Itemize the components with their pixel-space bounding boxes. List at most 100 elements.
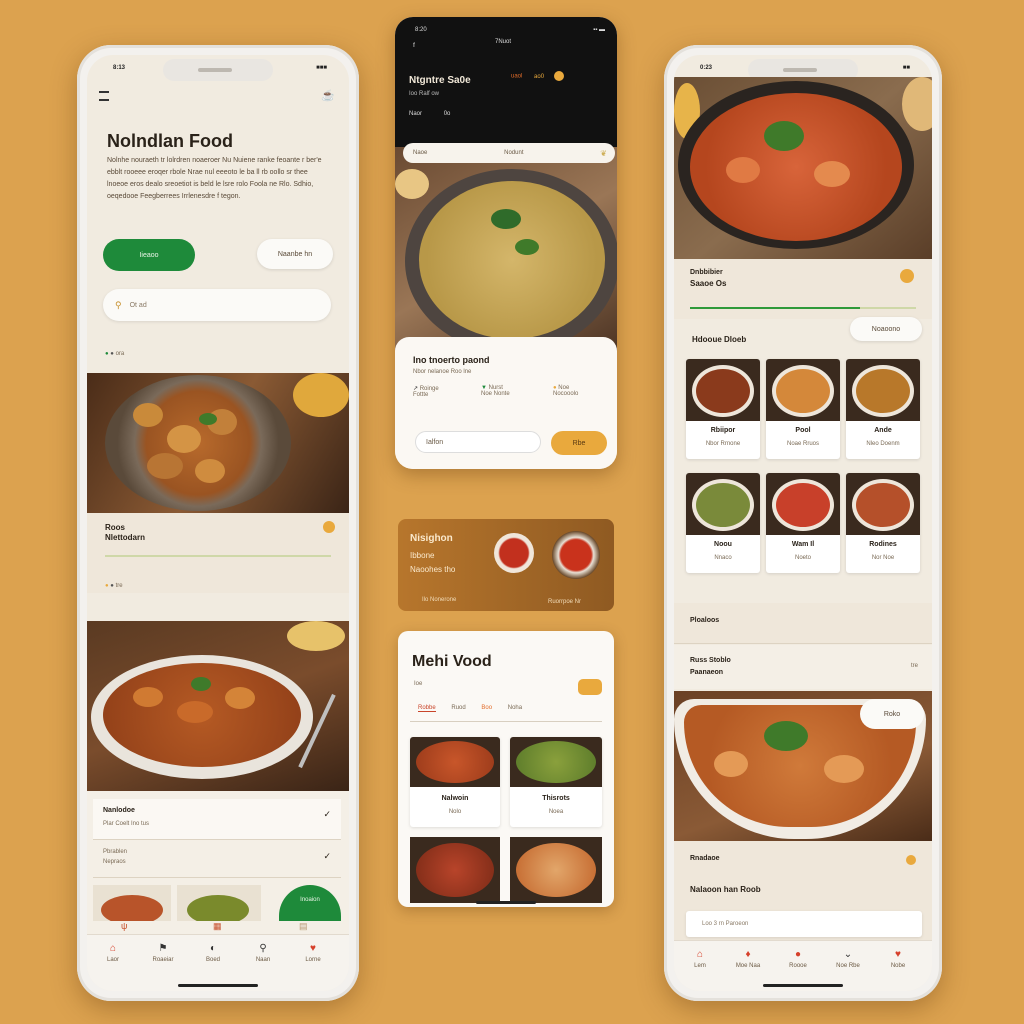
list-row[interactable]: Russ Stoblo Paanaeon tre [674,645,932,689]
nav-label: Lorne [305,957,321,963]
tab-item[interactable]: Noha [508,705,522,711]
chef-hat-icon[interactable]: ☕ [321,89,335,102]
dish-card[interactable]: Noou Nnaco [686,473,760,573]
list-item-sub: Plar Coelt Ino tus [103,821,150,827]
list-item[interactable]: Pbrablen Nepraos ✓ [93,843,341,878]
search-input[interactable]: Loo 3 rn Paroeon [686,911,922,937]
search-input[interactable]: ⚲ Ot ad [103,289,331,321]
nav-item-recipes[interactable]: ● Roooe [778,949,818,969]
heart-icon: ♥ [310,943,316,954]
nav-label: Nobe [890,963,906,969]
tab-item[interactable]: Naor [409,111,422,117]
menu-subtitle: Ioe [414,681,423,687]
tab-item[interactable]: uaol [511,74,522,80]
dish-image [766,473,840,535]
menu-badge-icon[interactable] [578,679,602,695]
row-meta: tre [910,663,918,669]
phone-left: 8:13 ■■■ ☕ Nolndlan Food Nolnhe nouraeth… [77,45,359,1001]
section-label-2: Nlettodarn [105,533,145,542]
menu-food-image[interactable] [510,837,602,903]
nav-label: Laor [106,957,119,963]
status-time: 8:13 [113,65,126,71]
menu-card-sub: Nolo [448,809,462,815]
nav-item-favorites[interactable]: ⌄ Noe Rbe [828,949,868,969]
moon-icon: ◐ [209,943,217,954]
dish-card[interactable]: Pool Noae Rruos [766,359,840,459]
location-icon[interactable] [900,269,914,283]
promo-card[interactable]: Nisighon Ibbone Naoohes tho Ilo Nonerone… [398,519,614,611]
search-placeholder: Loo 3 rn Paroeon [702,921,749,927]
check-icon[interactable]: ✓ [323,809,331,820]
phone-left-screen: 8:13 ■■■ ☕ Nolndlan Food Nolnhe nouraeth… [87,55,349,991]
dish-image [686,473,760,535]
search-placeholder: Ot ad [129,301,147,309]
search-icon: ⚲ [115,299,122,310]
tile-icon: ▤ [299,921,308,931]
check-icon[interactable]: ✓ [323,851,331,862]
tab-item[interactable]: 0o [444,111,451,117]
status-time: 0:23 [700,65,713,71]
divider [410,721,602,722]
dish-sub: Noae Rruos [786,441,819,447]
page-title: Nolndlan Food [107,131,233,151]
dish-card[interactable]: Ande Nleo Doenm [846,359,920,459]
thumb-food[interactable] [93,885,171,921]
nav-item-plan[interactable]: ⚲ Naan [243,943,283,963]
menu-card-sub: Noea [548,809,564,815]
nav-label: Roaeiar [152,957,174,963]
nav-item-profile[interactable]: ♥ Nobe [878,949,918,969]
hamburger-icon[interactable] [99,91,109,101]
section-card [87,513,349,593]
amount-input[interactable]: Ialfon [415,431,541,453]
promo-line-3: Naoohes tho [410,565,456,574]
status-indicators: ■■■ [316,65,327,71]
nav-item-home[interactable]: ⌂ Laor [93,943,133,963]
bell-icon[interactable] [906,855,916,865]
nav-label: Naan [255,957,271,963]
filter-pill[interactable]: Noaoono [850,317,922,341]
nav-item-recipes[interactable]: ⚑ Roaeiar [143,943,183,963]
promo-footer: Ilo Nonerone [422,597,457,603]
orange-dot-icon[interactable] [553,71,564,81]
nav-item-home[interactable]: ⌂ Lem [680,949,720,969]
noodle-food-image [395,147,617,357]
list-item[interactable]: Nanlodoe Plar Coelt Ino tus ✓ [93,799,341,840]
dish-card[interactable]: Rodines Nor Noe [846,473,920,573]
tab-item[interactable]: Boo [481,705,492,711]
list-row[interactable]: Ploaloos [674,603,932,644]
tab-item[interactable]: ao0 [534,74,544,80]
nav-item-profile[interactable]: ♥ Lorne [293,943,333,963]
list-item-title: Nanlodoe [103,807,135,814]
phone-right: 0:23 ■■ Dnbbibier Saaoe Os Noaoono Hdoou… [664,45,942,1001]
thumb-food[interactable] [177,885,261,921]
home-indicator [476,901,536,904]
back-icon[interactable]: ᶠ [413,41,415,51]
bottom-label-2: Nalaoon han Roob [690,885,761,894]
bell-icon[interactable] [323,521,335,533]
dish-card[interactable]: Rbiipor Nbor Rrnone [686,359,760,459]
row-title: Ploaloos [690,617,720,624]
item-sub: Nbor nelanoe Roo lne [413,369,472,375]
app-name: Ntgntre Sa0e [409,75,471,86]
secondary-button[interactable]: Naanbe hn [257,239,333,269]
tab-item[interactable]: Ruod [451,705,465,711]
menu-card[interactable]: Nalwoin Nolo [410,737,500,827]
section-label-1: Roos [105,523,125,532]
dish-card[interactable]: Wam Il Noeto [766,473,840,573]
page-description: Nolnhe nouraeth tr lolrdren noaeroer Nu … [107,157,322,200]
second-food-image [87,621,349,791]
menu-card-title: Nalwoin [441,795,469,802]
tab-item[interactable]: Robbe [418,705,436,712]
status-icons: ▪▪ ▬ [593,27,605,33]
nav-item-food[interactable]: ◐ Boed [193,943,233,963]
primary-button[interactable]: Iieaoo [103,239,195,271]
cta-button[interactable]: Rbe [551,431,607,455]
nav-label: Noe Rbe [836,963,860,969]
floating-label[interactable]: Roko [860,699,924,729]
top-search-bar[interactable]: Naoe Nodunt ❦ [403,143,615,163]
menu-card[interactable]: Thisrots Noea [510,737,602,827]
nav-item-menu[interactable]: ♦ Moe Naa [728,949,768,969]
menu-food-image[interactable] [410,837,500,903]
nav-label: Moe Naa [735,963,761,969]
subtabs: Naor 0o [409,111,450,117]
